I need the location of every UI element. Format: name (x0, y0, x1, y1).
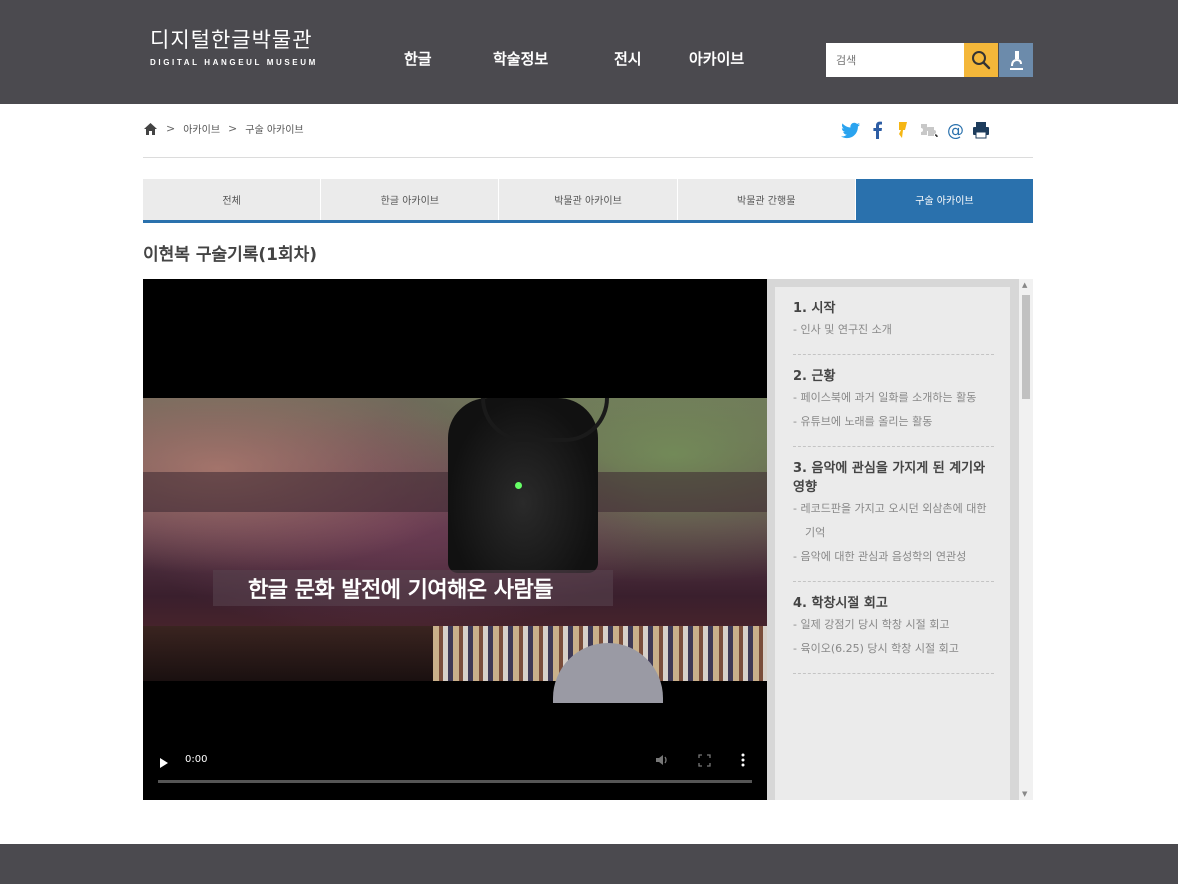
breadcrumb: > 아카이브 > 구술 아카이브 (143, 121, 304, 136)
frame-led (515, 482, 522, 489)
site-footer (0, 844, 1178, 884)
video-caption: 한글 문화 발전에 기여해온 사람들 (248, 578, 554, 603)
play-button[interactable] (159, 754, 169, 773)
chapter-item[interactable]: 2. 근황 - 페이스북에 과거 일화를 소개하는 활동 - 유튜브에 노래를 … (793, 355, 994, 447)
chapter-subitem[interactable]: - 인사 및 연구진 소개 (793, 318, 994, 342)
chapter-title[interactable]: 2. 근황 (793, 367, 994, 386)
scrollbar-thumb[interactable] (1022, 295, 1030, 399)
print-icon[interactable] (968, 119, 994, 141)
tab-hangeul-archive[interactable]: 한글 아카이브 (321, 179, 500, 220)
microscope-icon (1010, 51, 1023, 70)
frame-table (143, 626, 433, 681)
tab-museum-archive[interactable]: 박물관 아카이브 (499, 179, 678, 220)
more-vertical-icon (741, 753, 745, 767)
kakaostory-icon[interactable] (890, 119, 916, 141)
chapter-subitem[interactable]: - 음악에 대한 관심과 음성학의 연관성 (793, 545, 994, 569)
volume-icon (656, 755, 667, 765)
email-icon[interactable]: @ (942, 119, 968, 141)
nav-archive[interactable]: 아카이브 (689, 48, 744, 69)
chapter-title[interactable]: 4. 학창시절 회고 (793, 594, 994, 613)
microscope-button[interactable] (999, 43, 1033, 77)
more-options-button[interactable] (740, 752, 746, 771)
blog-icon[interactable] (916, 119, 942, 141)
tab-museum-publications[interactable]: 박물관 간행물 (677, 179, 856, 220)
chapter-list: 1. 시작 - 인사 및 연구진 소개 2. 근황 - 페이스북에 과거 일화를… (775, 287, 1010, 800)
share-toolbar: @ (838, 119, 994, 141)
svg-text:@: @ (947, 121, 964, 139)
video-controls: 0:00 (143, 746, 767, 800)
breadcrumb-oral-archive[interactable]: 구술 아카이브 (245, 121, 303, 136)
tab-oral-archive[interactable]: 구술 아카이브 (855, 179, 1034, 220)
search-input[interactable] (826, 43, 964, 77)
chapter-subitem[interactable]: - 페이스북에 과거 일화를 소개하는 활동 (793, 386, 994, 410)
chapter-item[interactable]: 3. 음악에 관심을 가지게 된 계기와 영향 - 레코드판을 가지고 오시던 … (793, 447, 994, 582)
logo-english: DIGITAL HANGEUL MUSEUM (150, 58, 318, 67)
breadcrumb-archive[interactable]: 아카이브 (183, 121, 220, 136)
chapter-subitem[interactable]: - 육이오(6.25) 당시 학창 시절 회고 (793, 637, 994, 661)
video-player[interactable]: 한글 문화 발전에 기여해온 사람들 0:00 (143, 279, 767, 800)
page-title: 이현복 구술기록(1회차) (143, 245, 318, 265)
chapter-title[interactable]: 1. 시작 (793, 299, 994, 318)
breadcrumb-separator: > (228, 122, 238, 135)
nav-academic-info[interactable]: 학술정보 (493, 48, 548, 69)
search-button[interactable] (964, 43, 998, 77)
progress-bar[interactable] (158, 780, 752, 783)
nav-hangeul[interactable]: 한글 (404, 48, 432, 69)
play-icon (160, 758, 168, 768)
divider (143, 157, 1033, 158)
scroll-down-icon[interactable]: ▼ (1022, 790, 1027, 798)
nav-exhibition[interactable]: 전시 (614, 48, 642, 69)
current-time: 0:00 (185, 754, 208, 765)
chapter-subitem[interactable]: - 유튜브에 노래를 올리는 활동 (793, 410, 994, 434)
chapter-subitem[interactable]: - 레코드판을 가지고 오시던 외삼촌에 대한 기억 (793, 497, 994, 545)
scroll-up-icon[interactable]: ▲ (1022, 281, 1027, 289)
archive-tabs: 전체 한글 아카이브 박물관 아카이브 박물관 간행물 구술 아카이브 (143, 179, 1034, 223)
volume-button[interactable] (655, 752, 669, 771)
twitter-icon[interactable] (838, 119, 864, 141)
chapter-panel: 1. 시작 - 인사 및 연구진 소개 2. 근황 - 페이스북에 과거 일화를… (767, 279, 1033, 800)
chapter-item[interactable]: 1. 시작 - 인사 및 연구진 소개 (793, 287, 994, 355)
chapter-subitem[interactable]: - 일제 강점기 당시 학창 시절 회고 (793, 613, 994, 637)
site-header: 디지털한글박물관 DIGITAL HANGEUL MUSEUM 한글 학술정보 … (0, 0, 1178, 104)
magnifier-icon (972, 51, 991, 70)
site-logo[interactable]: 디지털한글박물관 DIGITAL HANGEUL MUSEUM (150, 28, 318, 67)
facebook-icon[interactable] (864, 119, 890, 141)
home-icon[interactable] (143, 122, 158, 136)
chapter-scrollbar[interactable]: ▲ ▼ (1019, 279, 1033, 800)
breadcrumb-separator: > (166, 122, 176, 135)
chapter-item[interactable]: 4. 학창시절 회고 - 일제 강점기 당시 학창 시절 회고 - 육이오(6.… (793, 582, 994, 674)
video-frame (143, 398, 767, 703)
logo-korean: 디지털한글박물관 (150, 28, 313, 52)
fullscreen-button[interactable] (698, 752, 711, 771)
fullscreen-icon (698, 754, 711, 767)
tab-all[interactable]: 전체 (143, 179, 322, 220)
chapter-title[interactable]: 3. 음악에 관심을 가지게 된 계기와 영향 (793, 459, 994, 497)
